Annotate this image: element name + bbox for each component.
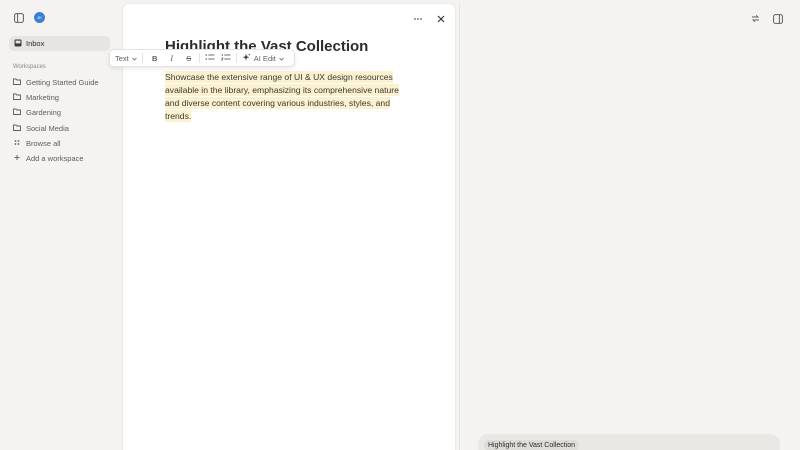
formatting-toolbar: Text B I S AI Edit <box>109 49 295 67</box>
toolbar-divider <box>235 53 237 63</box>
bold-button[interactable]: B <box>150 52 160 64</box>
text-style-dropdown[interactable]: Text <box>115 52 137 64</box>
avatar[interactable]: JK <box>34 12 45 23</box>
folder-icon <box>13 124 21 133</box>
folder-icon <box>13 108 21 117</box>
sidebar-item-add-workspace[interactable]: Add a workspace <box>13 151 99 166</box>
document-panel: Highlight the Vast Collection Showcase t… <box>123 4 455 450</box>
inbox-icon <box>14 39 22 49</box>
chat-input[interactable]: Highlight the Vast Collection <box>478 434 780 450</box>
context-chip[interactable]: Highlight the Vast Collection <box>484 440 580 450</box>
sidebar-item-label: Gardening <box>26 108 62 118</box>
sidebar-item-inbox[interactable]: Inbox <box>9 36 110 51</box>
sidebar-item-label: Getting Started Guide <box>26 78 99 88</box>
inbox-label: Inbox <box>26 39 45 48</box>
workspace-list: Getting Started Guide Marketing Gardenin… <box>13 75 99 166</box>
italic-button[interactable]: I <box>167 52 177 64</box>
sidebar-item-marketing[interactable]: Marketing <box>13 90 99 105</box>
close-icon[interactable] <box>434 12 447 25</box>
document-actions <box>411 12 447 25</box>
assistant-panel: Highlight the Vast Collection <box>459 4 800 450</box>
chevron-down-icon <box>279 54 284 63</box>
toolbar-divider <box>141 53 143 63</box>
numbered-list-icon <box>220 53 231 63</box>
sidebar: JK Inbox Workspaces Getting Started Guid… <box>0 0 118 450</box>
folder-icon <box>13 93 21 102</box>
bulleted-list-icon <box>205 53 215 63</box>
grid-icon <box>13 139 21 148</box>
sparkle-icon <box>242 53 251 64</box>
sidebar-item-social-media[interactable]: Social Media <box>13 121 99 136</box>
sidebar-item-getting-started-guide[interactable]: Getting Started Guide <box>13 75 99 90</box>
bulleted-list-button[interactable] <box>205 52 215 64</box>
more-horizontal-icon[interactable] <box>411 12 424 25</box>
sidebar-item-browse-all[interactable]: Browse all <box>13 136 99 151</box>
sidebar-header: JK <box>12 11 45 24</box>
chevron-down-icon <box>131 54 137 63</box>
strikethrough-button[interactable]: S <box>184 52 194 64</box>
ai-edit-label: AI Edit <box>253 53 276 63</box>
assistant-panel-actions <box>749 12 784 25</box>
toolbar-divider <box>198 53 200 63</box>
sidebar-item-gardening[interactable]: Gardening <box>13 105 99 120</box>
sidebar-item-label: Marketing <box>26 93 59 103</box>
highlighted-text[interactable]: Showcase the extensive range of UI & UX … <box>165 71 399 122</box>
folder-icon <box>13 78 21 87</box>
numbered-list-button[interactable] <box>220 52 231 64</box>
ai-edit-dropdown[interactable]: AI Edit <box>242 52 284 64</box>
sidebar-item-label: Browse all <box>26 138 61 148</box>
text-style-label: Text <box>115 53 129 63</box>
panel-layout-icon[interactable] <box>771 12 784 25</box>
plus-icon <box>13 154 21 163</box>
workspaces-section-label: Workspaces <box>13 64 46 70</box>
sidebar-item-label: Social Media <box>26 123 69 133</box>
swap-arrows-icon[interactable] <box>749 12 762 25</box>
sidebar-item-label: Add a workspace <box>26 154 84 164</box>
sidebar-toggle-icon[interactable] <box>12 11 25 24</box>
document-body[interactable]: Showcase the extensive range of UI & UX … <box>165 71 409 123</box>
